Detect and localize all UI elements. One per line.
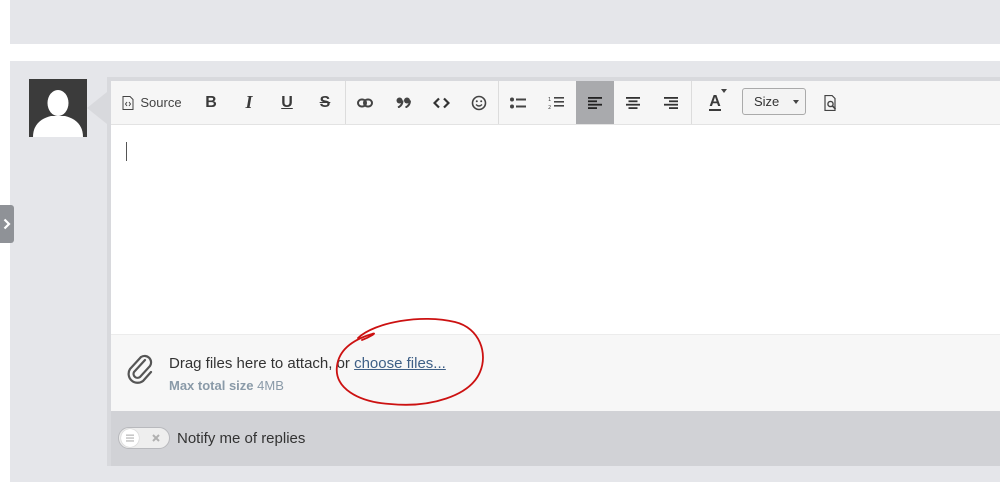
toolbar-divider: [498, 81, 499, 124]
menu-lines-icon: [126, 434, 134, 442]
chevron-down-icon: [793, 100, 799, 104]
max-size-note: Max total size 4MB: [169, 378, 284, 393]
ordered-list-button[interactable]: 1 2: [542, 81, 570, 124]
paperclip-icon: [127, 354, 153, 384]
font-size-label: Size: [754, 94, 780, 109]
bullet-list-icon: [510, 97, 526, 108]
notify-toggle[interactable]: [118, 427, 170, 449]
max-size-label: Max total size: [169, 378, 254, 393]
code-button[interactable]: [427, 81, 455, 124]
bold-button[interactable]: B: [197, 81, 225, 124]
italic-label: I: [245, 92, 253, 112]
toolbar-divider: [345, 81, 346, 124]
align-left-button[interactable]: [576, 81, 614, 124]
reply-footer: Notify me of replies: [111, 411, 1000, 466]
close-icon: [152, 434, 160, 442]
link-icon: [357, 98, 373, 107]
sidebar-expand-toggle[interactable]: [0, 205, 14, 243]
numbered-list-icon: 1 2: [548, 96, 564, 110]
avatar-pointer: [87, 92, 107, 124]
toolbar-divider: [691, 81, 692, 124]
dropdown-caret-icon: [721, 89, 727, 93]
source-label: Source: [140, 95, 182, 110]
smiley-icon: [471, 95, 487, 110]
previous-post-band: [10, 0, 1000, 44]
text-cursor: [126, 142, 127, 161]
unordered-list-button[interactable]: [504, 81, 532, 124]
source-icon: [122, 95, 134, 110]
max-size-value: 4MB: [257, 378, 284, 393]
attach-prompt: Drag files here to attach, or: [169, 355, 355, 372]
quote-icon: [396, 97, 411, 108]
chevron-right-icon: [3, 218, 11, 230]
default-avatar-silhouette-icon: [29, 79, 87, 137]
quote-button[interactable]: [389, 81, 417, 124]
align-center-icon: [626, 96, 640, 109]
code-icon: [432, 97, 450, 108]
editor-toolbar: Source B I U S 1 2 A: [111, 81, 1000, 125]
message-editor[interactable]: [111, 125, 1000, 334]
preview-button[interactable]: [817, 81, 845, 124]
strikethrough-button[interactable]: S: [311, 81, 339, 124]
bold-label: B: [205, 93, 217, 111]
toggle-knob: [121, 429, 139, 447]
text-color-label: A: [709, 93, 721, 111]
smilie-button[interactable]: [465, 81, 493, 124]
text-color-button[interactable]: A: [700, 81, 730, 124]
attachment-drop-zone[interactable]: Drag files here to attach, or choose fil…: [111, 334, 1000, 412]
align-left-icon: [588, 96, 602, 109]
italic-button[interactable]: I: [235, 81, 263, 124]
align-right-button[interactable]: [657, 81, 685, 124]
avatar[interactable]: [29, 79, 87, 137]
preview-icon: [824, 94, 837, 111]
svg-text:2: 2: [548, 105, 551, 110]
svg-text:1: 1: [548, 97, 551, 103]
notify-label: Notify me of replies: [177, 430, 306, 447]
align-center-button[interactable]: [619, 81, 647, 124]
strikethrough-label: S: [319, 93, 331, 111]
choose-files-link[interactable]: choose files...: [354, 355, 446, 372]
align-right-icon: [664, 96, 678, 109]
underline-label: U: [281, 93, 293, 111]
underline-button[interactable]: U: [273, 81, 301, 124]
source-button[interactable]: Source: [119, 81, 185, 124]
attach-instructions: Drag files here to attach, or choose fil…: [169, 355, 446, 372]
font-size-select[interactable]: Size: [742, 88, 806, 115]
insert-link-button[interactable]: [351, 81, 379, 124]
